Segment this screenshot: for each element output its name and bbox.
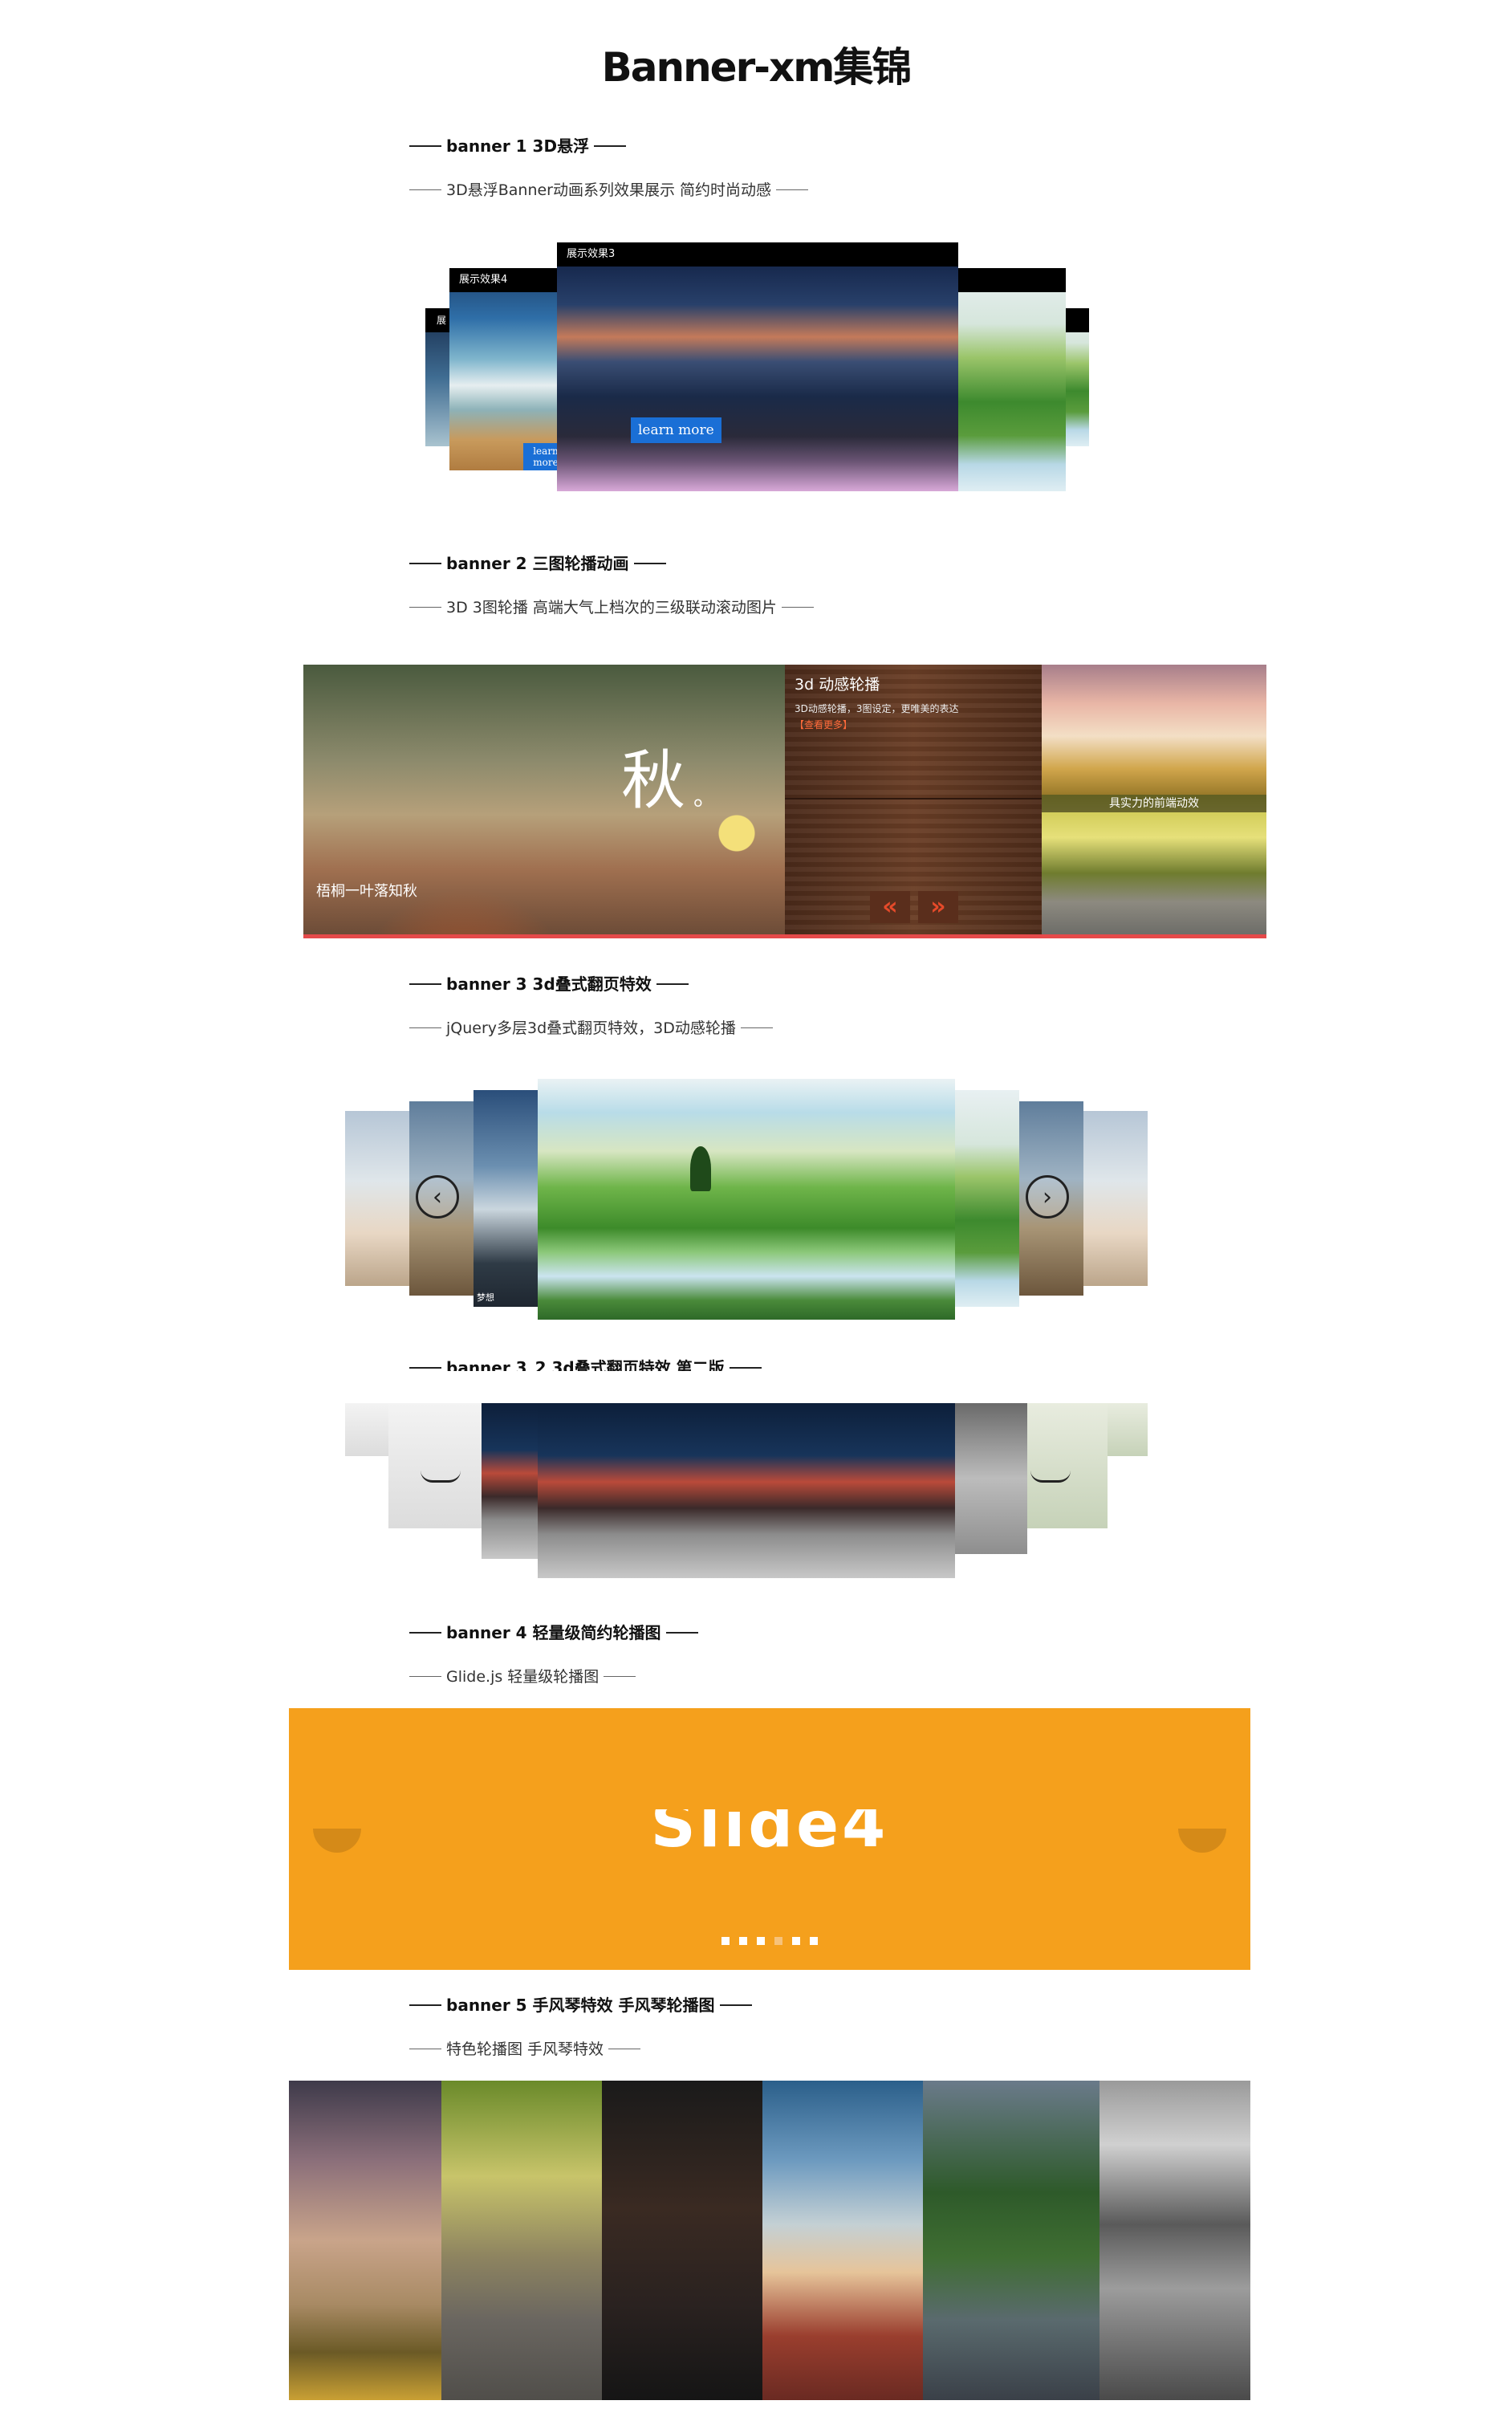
banner4-glide: Slide4 xyxy=(289,1708,1250,1970)
banner2-prev-button[interactable]: « xyxy=(870,891,910,923)
wood-title: 3d 动感轮播 xyxy=(795,676,880,694)
section-subtitle-text: jQuery多层3d叠式翻页特效，3D动感轮播 xyxy=(446,1019,736,1037)
bullet-5[interactable] xyxy=(792,1937,800,1945)
chevron-right-icon[interactable]: › xyxy=(1026,1175,1069,1219)
bullet-1[interactable] xyxy=(721,1937,730,1945)
section-title-text: banner 1 3D悬浮 xyxy=(446,136,590,156)
accordion-panel-1[interactable] xyxy=(289,2081,441,2400)
banner2-main-image[interactable]: 秋 。 梧桐一叶落知秋 xyxy=(303,665,785,938)
accordion-panel-3[interactable] xyxy=(602,2081,762,2400)
autumn-subtext: 梧桐一叶落知秋 xyxy=(316,883,417,900)
card-caption: 展示效果4 xyxy=(449,268,568,292)
banner3-slide-left1[interactable]: 梦想 xyxy=(474,1090,546,1307)
banner3-slide-far-right[interactable] xyxy=(1075,1111,1148,1286)
wood-link[interactable]: 【查看更多】 xyxy=(795,718,852,731)
section-title-text: banner 3 3d叠式翻页特效 xyxy=(446,974,652,994)
chevron-left-icon[interactable]: ‹ xyxy=(416,1175,459,1219)
section-subtitle-banner2: 3D 3图轮播 高端大气上档次的三级联动滚动图片 xyxy=(409,596,814,617)
banner1-card-center[interactable]: 展示效果3 learn more xyxy=(557,242,958,491)
banner1-card-right[interactable] xyxy=(958,268,1066,491)
banner2-next-button[interactable]: » xyxy=(918,891,958,923)
learn-more-button[interactable]: learn more xyxy=(631,417,721,443)
accordion-panel-4[interactable] xyxy=(762,2081,923,2400)
section-subtitle-banner3: jQuery多层3d叠式翻页特效，3D动感轮播 xyxy=(409,1016,773,1038)
slide-tag: 梦想 xyxy=(477,1292,494,1303)
banner2-right-top[interactable] xyxy=(1042,665,1266,795)
section-title-banner4: banner 4 轻量级简约轮播图 xyxy=(409,1620,698,1643)
section-subtitle-banner5: 特色轮播图 手风琴特效 xyxy=(409,2037,641,2059)
section-subtitle-text: 特色轮播图 手风琴特效 xyxy=(446,2040,604,2058)
section-title-text: banner 4 轻量级简约轮播图 xyxy=(446,1623,661,1642)
chevron-right-icon[interactable] xyxy=(1030,1471,1071,1483)
section-title-banner2: banner 2 三图轮播动画 xyxy=(409,551,666,574)
accordion-panel-2[interactable] xyxy=(441,2081,602,2400)
section-title-banner3: banner 3 3d叠式翻页特效 xyxy=(409,971,689,995)
accordion-panel-6[interactable] xyxy=(1099,2081,1250,2400)
wood-desc: 3D动感轮播，3图设定，更唯美的表达 xyxy=(795,703,959,714)
banner3-slide-far-left[interactable] xyxy=(345,1111,417,1286)
chevron-left-icon[interactable] xyxy=(421,1471,461,1483)
bullet-6[interactable] xyxy=(810,1937,818,1945)
banner3-slide-center[interactable] xyxy=(538,1079,955,1320)
bullet-2[interactable] xyxy=(739,1937,747,1945)
banner2-progress xyxy=(303,934,1266,938)
banner3-2-slide-center[interactable] xyxy=(538,1403,955,1578)
autumn-char: 秋 xyxy=(621,743,685,818)
card-caption: 展示效果3 xyxy=(557,242,958,267)
section-title-banner1: banner 1 3D悬浮 xyxy=(409,133,627,157)
autumn-dot: 。 xyxy=(693,783,717,812)
section-subtitle-text: Glide.js 轻量级轮播图 xyxy=(446,1668,600,1686)
bullet-nav xyxy=(289,1937,1250,1945)
right-caption: 具实力的前端动效 xyxy=(1042,795,1266,812)
bullet-3[interactable] xyxy=(757,1937,765,1945)
accordion-panel-5[interactable] xyxy=(923,2081,1099,2400)
section-subtitle-text: 3D 3图轮播 高端大气上档次的三级联动滚动图片 xyxy=(446,599,777,616)
section-subtitle-text: 3D悬浮Banner动画系列效果展示 简约时尚动感 xyxy=(446,181,772,199)
section-title-text: banner 5 手风琴特效 手风琴轮播图 xyxy=(446,1996,715,2015)
section-subtitle-banner4: Glide.js 轻量级轮播图 xyxy=(409,1665,636,1687)
banner1-card-left[interactable]: 展示效果4 learn more xyxy=(449,268,568,470)
page-title: Banner-xm集锦 xyxy=(601,44,912,91)
banner2-wood-panel: 3d 动感轮播 3D动感轮播，3图设定，更唯美的表达 【查看更多】 « » xyxy=(785,665,1042,938)
banner3-2-slide-right1[interactable] xyxy=(955,1403,1027,1554)
section-title-banner3-2: banner 3_2 3d叠式翻页特效 第二版 xyxy=(409,1358,762,1371)
section-subtitle-banner1: 3D悬浮Banner动画系列效果展示 简约时尚动感 xyxy=(409,178,809,200)
slide-text: Slide4 xyxy=(650,1809,889,1853)
section-title-banner5: banner 5 手风琴特效 手风琴轮播图 xyxy=(409,1992,752,2016)
section-title-text: banner 2 三图轮播动画 xyxy=(446,554,629,573)
banner2-right-bottom[interactable]: 具实力的前端动效 xyxy=(1042,795,1266,938)
bullet-4[interactable] xyxy=(774,1937,782,1945)
banner3-slide-right1[interactable] xyxy=(955,1090,1019,1307)
section-title-text: banner 3_2 3d叠式翻页特效 第二版 xyxy=(446,1358,725,1371)
